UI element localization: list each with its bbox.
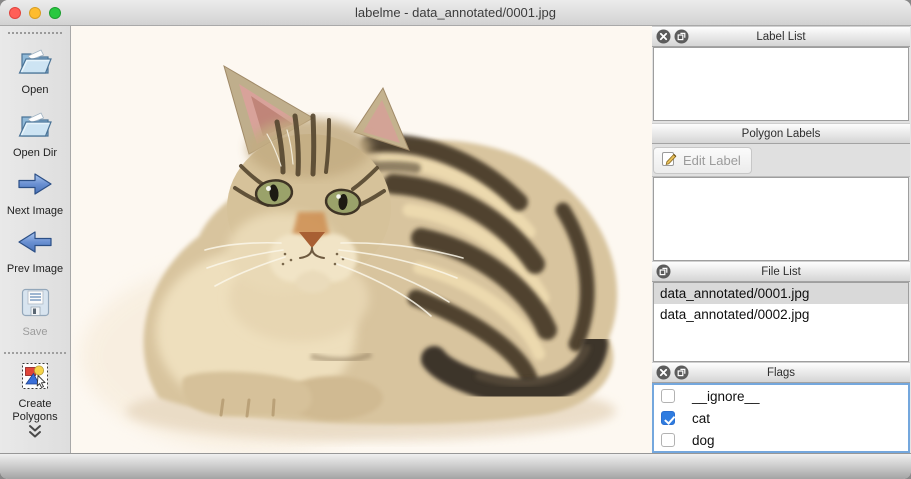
edit-label-icon: [661, 151, 677, 170]
label-list-title: Label List: [756, 30, 806, 43]
label-list-close-icon[interactable]: [656, 29, 671, 44]
chevron-double-down-icon: [26, 425, 44, 443]
polygon-labels-list[interactable]: [653, 177, 909, 261]
open-button[interactable]: Open: [18, 45, 52, 97]
toolbar: Open Open Dir Next Image Prev Image Save…: [0, 26, 71, 453]
minimize-window-button[interactable]: [29, 6, 41, 19]
flag-row[interactable]: cat: [654, 407, 908, 429]
prev-image-button[interactable]: Prev Image: [7, 229, 63, 276]
edit-label-button[interactable]: Edit Label: [653, 146, 752, 174]
toolbar-separator: [4, 352, 66, 354]
floppy-disk-icon: [20, 287, 51, 323]
next-image-button[interactable]: Next Image: [7, 171, 63, 218]
flag-label: __ignore__: [692, 388, 760, 404]
open-dir-button[interactable]: Open Dir: [13, 108, 57, 160]
open-button-label: Open: [21, 84, 49, 96]
prev-image-button-label: Prev Image: [6, 263, 64, 275]
flag-checkbox-dog[interactable]: [661, 433, 675, 447]
status-bar: [0, 453, 911, 479]
save-button-label: Save: [22, 326, 48, 338]
traffic-lights: [9, 0, 61, 25]
annotated-image: [71, 26, 652, 453]
flag-label: cat: [692, 410, 711, 426]
flag-checkbox-cat[interactable]: [661, 411, 675, 425]
label-list-float-icon[interactable]: [674, 29, 689, 44]
arrow-right-icon: [16, 171, 54, 202]
flag-checkbox-ignore[interactable]: [661, 389, 675, 403]
polygon-labels-title: Polygon Labels: [741, 127, 821, 140]
create-polygons-icon: [21, 362, 49, 395]
flags-header[interactable]: Flags: [652, 362, 910, 383]
open-folder-icon: [18, 45, 52, 81]
file-list-item[interactable]: data_annotated/0002.jpg: [654, 304, 908, 325]
open-dir-folder-icon: [18, 108, 52, 144]
flag-row[interactable]: dog: [654, 429, 908, 451]
arrow-left-icon: [16, 229, 54, 260]
image-canvas[interactable]: [71, 26, 652, 453]
create-polygons-button[interactable]: Create Polygons: [12, 362, 58, 424]
close-window-button[interactable]: [9, 6, 21, 19]
zoom-window-button[interactable]: [49, 6, 61, 19]
right-dock: Label List Polygon Labels Edit Label Fil…: [652, 26, 910, 453]
file-list: data_annotated/0001.jpg data_annotated/0…: [653, 282, 909, 362]
next-image-button-label: Next Image: [6, 205, 64, 217]
window-title: labelme - data_annotated/0001.jpg: [355, 5, 556, 20]
open-dir-button-label: Open Dir: [12, 147, 58, 159]
flag-label: dog: [692, 432, 715, 448]
flags-list: __ignore__ cat dog: [652, 383, 910, 453]
title-bar: labelme - data_annotated/0001.jpg: [0, 0, 911, 26]
file-list-header[interactable]: File List: [652, 261, 910, 282]
label-list-header[interactable]: Label List: [652, 26, 910, 47]
toolbar-drag-handle[interactable]: [8, 32, 62, 34]
toolbar-overflow-button[interactable]: [26, 424, 44, 444]
flag-row[interactable]: __ignore__: [654, 385, 908, 407]
labelme-window: labelme - data_annotated/0001.jpg Open O…: [0, 0, 911, 479]
edit-label-button-text: Edit Label: [683, 152, 741, 168]
file-list-title: File List: [761, 265, 801, 278]
polygon-labels-toolbar: Edit Label: [652, 144, 910, 177]
save-button[interactable]: Save: [20, 287, 51, 339]
file-list-item[interactable]: data_annotated/0001.jpg: [654, 283, 908, 304]
label-list[interactable]: [653, 47, 909, 121]
polygon-labels-header[interactable]: Polygon Labels: [652, 123, 910, 144]
flags-float-icon[interactable]: [674, 365, 689, 380]
create-polygons-button-label: Create Polygons: [12, 398, 58, 423]
flags-close-icon[interactable]: [656, 365, 671, 380]
flags-title: Flags: [766, 366, 796, 379]
file-list-float-icon[interactable]: [656, 264, 671, 279]
